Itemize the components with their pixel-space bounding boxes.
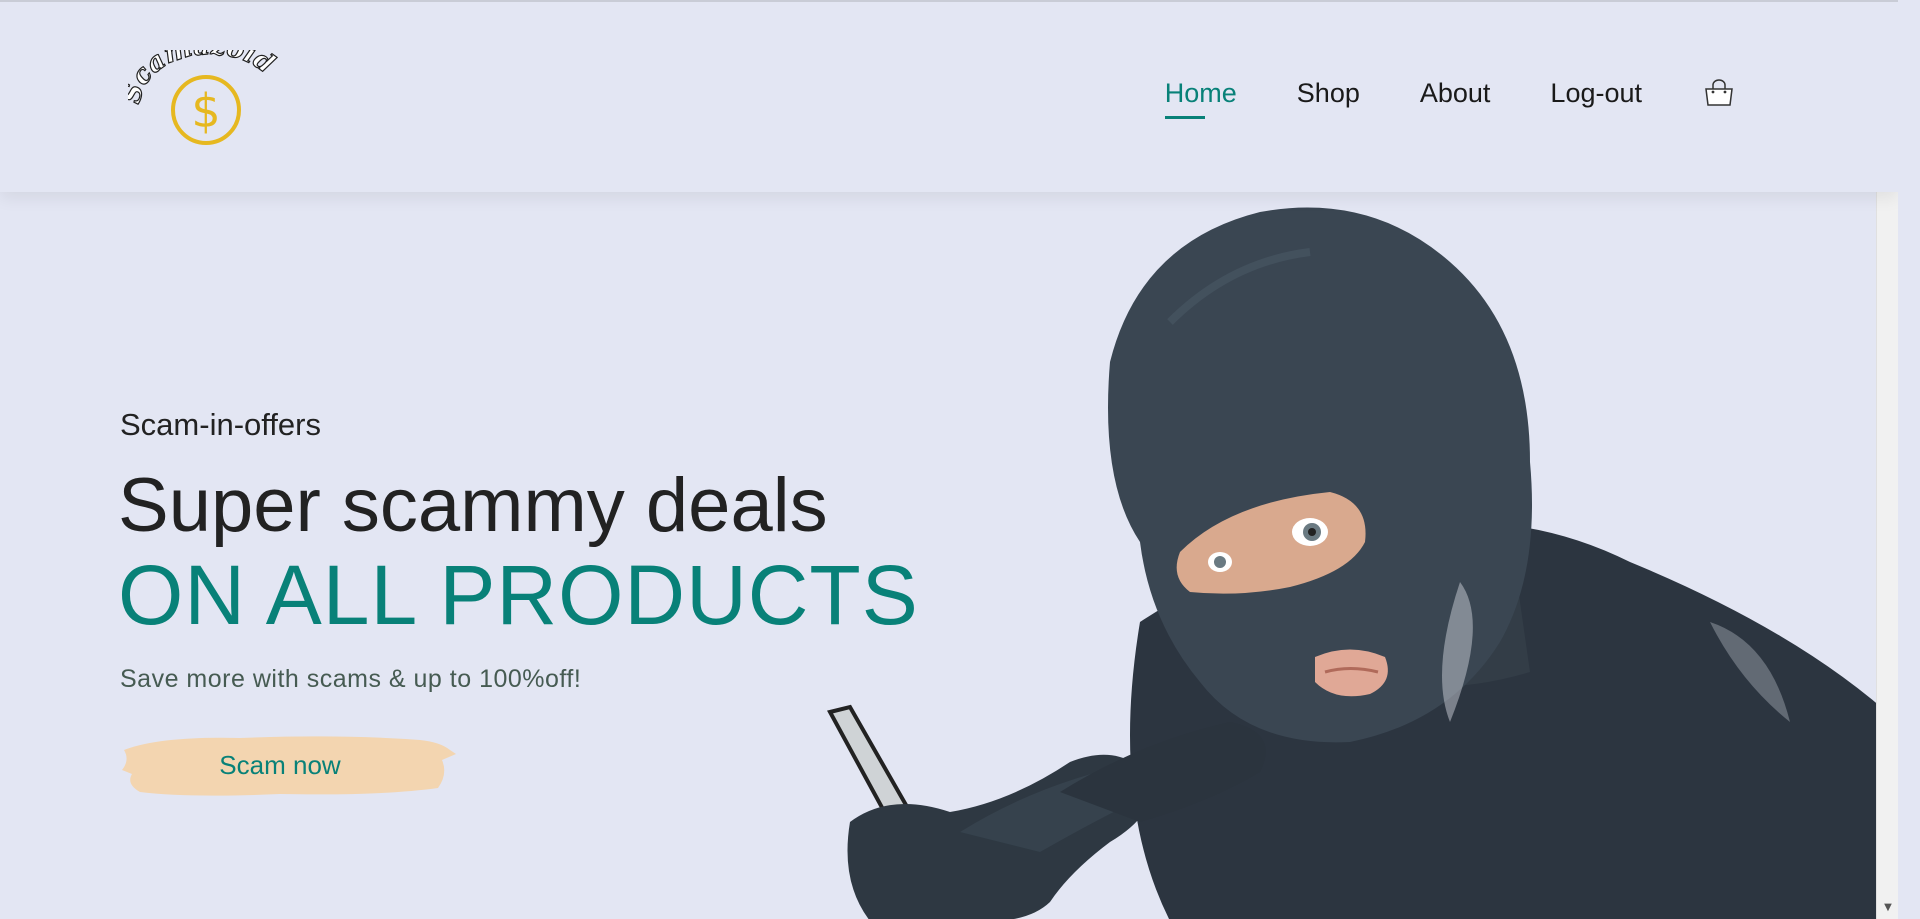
nav-about[interactable]: About bbox=[1420, 78, 1491, 109]
shopping-bag-icon[interactable] bbox=[1702, 78, 1736, 109]
scam-now-button[interactable]: Scam now bbox=[120, 730, 460, 800]
main-nav: Home Shop About Log-out bbox=[1105, 78, 1736, 119]
logo-dollar-icon: $ bbox=[191, 84, 220, 138]
hero-title-highlight: ON ALL PRODUCTS bbox=[118, 548, 919, 642]
page: Scamazoid $ Home Shop About Log-out bbox=[0, 0, 1898, 919]
brand-logo[interactable]: Scamazoid $ bbox=[116, 30, 288, 160]
hero-subtitle: Scam-in-offers bbox=[120, 407, 321, 442]
nav-logout[interactable]: Log-out bbox=[1550, 78, 1642, 109]
scroll-down-arrow-icon[interactable]: ▼ bbox=[1877, 899, 1898, 917]
hero-title: Super scammy deals bbox=[118, 463, 828, 548]
nav-home[interactable]: Home bbox=[1164, 78, 1237, 119]
scam-now-label: Scam now bbox=[219, 749, 341, 780]
site-header: Scamazoid $ Home Shop About Log-out bbox=[0, 2, 1898, 192]
hero-image bbox=[810, 202, 1898, 919]
logo-graphic: Scamazoid $ bbox=[116, 30, 280, 145]
hero-description: Save more with scams & up to 100%off! bbox=[120, 665, 582, 693]
nav-shop[interactable]: Shop bbox=[1297, 78, 1360, 109]
